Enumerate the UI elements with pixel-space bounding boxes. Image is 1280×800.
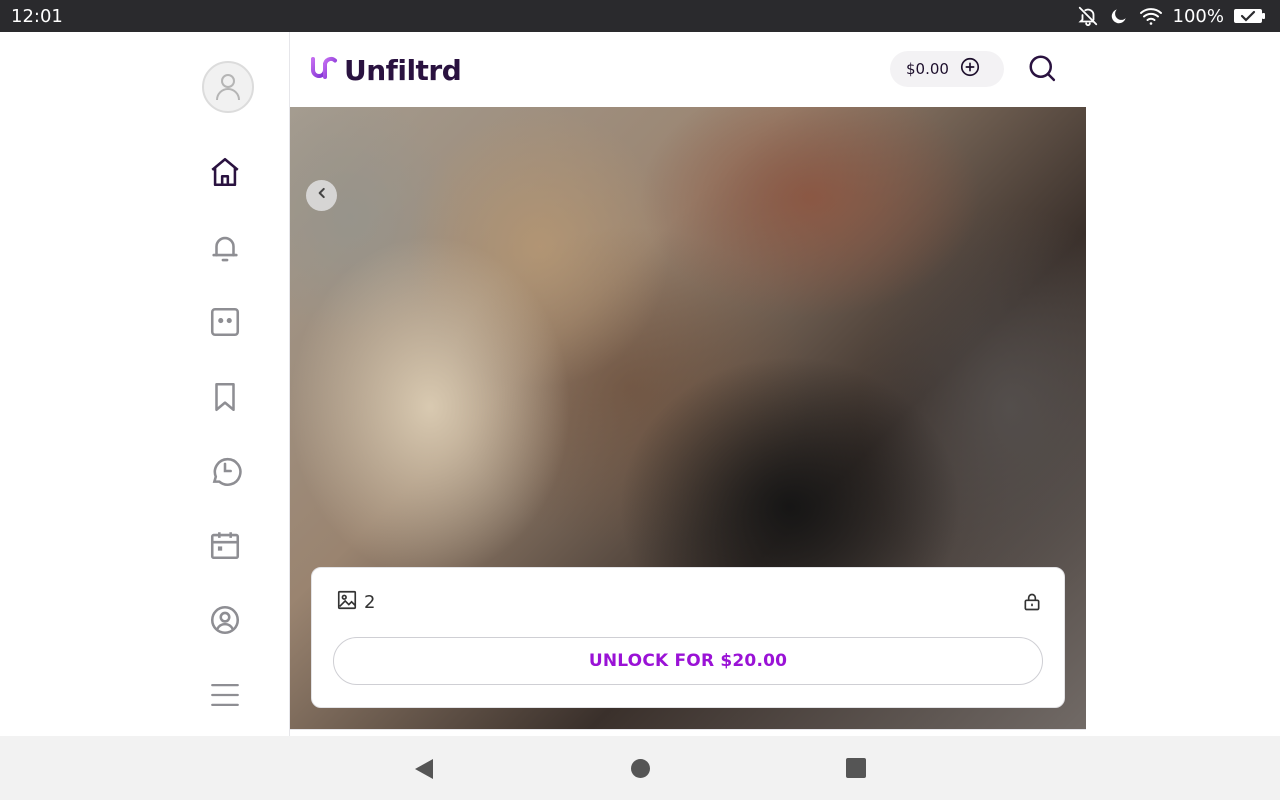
history-icon [208, 454, 242, 493]
wifi-icon [1139, 6, 1163, 26]
locked-post-media[interactable]: 2 UNLOCK FOR $20.00 [290, 107, 1086, 729]
unlock-card: 2 UNLOCK FOR $20.00 [311, 567, 1065, 708]
system-nav-bar [0, 736, 1280, 800]
status-bar: 12:01 100% [0, 0, 1280, 32]
notifications-off-icon [1077, 5, 1099, 27]
post-footer-divider [290, 729, 1086, 736]
sidebar-item-home[interactable] [205, 154, 245, 194]
nav-recent-apps-icon[interactable] [846, 758, 866, 783]
sidebar-item-profile[interactable] [205, 602, 245, 642]
sidebar-item-history[interactable] [205, 453, 245, 493]
user-circle-icon [208, 603, 242, 642]
media-count: 2 [336, 589, 375, 616]
nav-back-icon[interactable] [413, 757, 435, 786]
wallet-balance: $0.00 [906, 60, 949, 78]
home-icon [208, 155, 242, 194]
nav-home-icon[interactable] [630, 758, 651, 784]
calendar-icon [208, 528, 242, 567]
search-icon [1027, 53, 1057, 88]
avatar[interactable] [202, 61, 254, 113]
battery-level: 100% [1172, 5, 1224, 27]
sidebar-item-messages[interactable] [205, 304, 245, 344]
chevron-left-icon [315, 186, 329, 205]
logo-text: Unfiltrd [344, 54, 462, 87]
image-icon [336, 589, 358, 616]
menu-icon [208, 678, 242, 717]
search-button[interactable] [1024, 52, 1060, 88]
sidebar-item-calendar[interactable] [205, 527, 245, 567]
back-button[interactable] [306, 180, 337, 211]
wallet-balance-button[interactable]: $0.00 [890, 51, 1004, 87]
app-window: Unfiltrd $0.00 2 UNLOCK FOR $20.00 [0, 32, 1280, 736]
unlock-button[interactable]: UNLOCK FOR $20.00 [333, 637, 1043, 685]
image-count: 2 [364, 592, 376, 613]
sidebar [160, 32, 290, 736]
status-time: 12:01 [11, 5, 63, 27]
add-funds-plus-icon[interactable] [959, 56, 981, 82]
logo-mark-icon [310, 55, 338, 86]
battery-icon [1234, 8, 1266, 24]
chat-icon [208, 305, 242, 344]
status-icons: 100% [1077, 5, 1266, 27]
sidebar-item-menu[interactable] [205, 677, 245, 717]
app-logo[interactable]: Unfiltrd [310, 54, 462, 87]
bell-icon [208, 231, 242, 270]
do-not-disturb-moon-icon [1109, 6, 1129, 26]
lock-icon [1022, 592, 1042, 617]
sidebar-item-notifications[interactable] [205, 230, 245, 270]
sidebar-item-bookmarks[interactable] [205, 379, 245, 419]
bookmark-icon [208, 380, 242, 419]
top-header: Unfiltrd $0.00 [290, 32, 1086, 107]
